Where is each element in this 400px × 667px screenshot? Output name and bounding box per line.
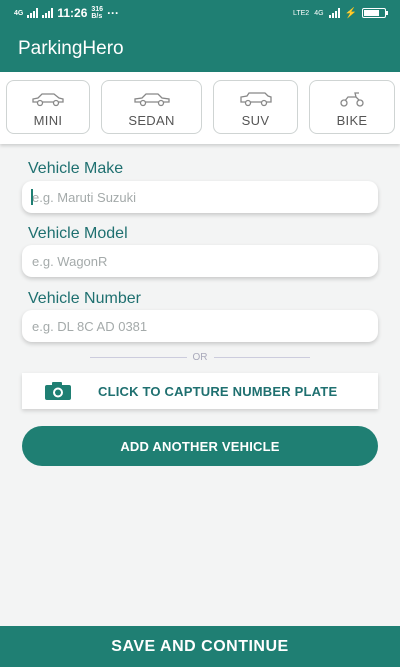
vehicle-model-label: Vehicle Model xyxy=(28,225,128,242)
app-title: ParkingHero xyxy=(18,38,124,59)
charging-icon: ⚡ xyxy=(344,7,357,19)
capture-label: CLICK TO CAPTURE NUMBER PLATE xyxy=(98,383,338,399)
clock: 11:26 xyxy=(57,6,88,20)
vehicle-type-bike[interactable]: BIKE xyxy=(309,80,395,134)
app-bar: ParkingHero xyxy=(0,26,400,72)
vehicle-type-selector: MINI SEDAN SUV BIKE xyxy=(0,72,400,144)
vehicle-type-mini[interactable]: MINI xyxy=(6,80,90,134)
more-notifications-icon: ··· xyxy=(107,6,120,20)
vehicle-number-input[interactable] xyxy=(22,310,378,342)
vehicle-type-label: SEDAN xyxy=(128,113,175,128)
vehicle-number-label: Vehicle Number xyxy=(28,290,141,307)
vehicle-type-label: BIKE xyxy=(336,113,368,128)
vehicle-type-sedan[interactable]: SEDAN xyxy=(101,80,202,134)
text-cursor xyxy=(31,189,33,205)
save-and-continue-button[interactable]: SAVE AND CONTINUE xyxy=(0,626,400,667)
vehicle-make-input[interactable] xyxy=(22,181,378,213)
lte-indicator: LTE2 xyxy=(292,9,310,17)
sedan-car-icon xyxy=(133,93,170,107)
camera-icon xyxy=(45,382,71,400)
signal-icon-3 xyxy=(328,8,340,18)
or-text: OR xyxy=(192,352,208,363)
or-divider: OR xyxy=(90,352,310,363)
battery-icon xyxy=(362,8,388,18)
network-indicator-right: 4G xyxy=(314,9,324,17)
vehicle-type-label: SUV xyxy=(241,113,270,128)
hatchback-car-icon xyxy=(32,93,64,107)
signal-icon-2 xyxy=(42,8,54,18)
add-another-vehicle-button[interactable]: ADD ANOTHER VEHICLE xyxy=(22,426,378,466)
suv-car-icon xyxy=(239,92,272,107)
vehicle-type-label: MINI xyxy=(33,113,63,128)
vehicle-model-input[interactable] xyxy=(22,245,378,277)
network-indicator: 4G xyxy=(14,9,24,17)
capture-number-plate-button[interactable]: CLICK TO CAPTURE NUMBER PLATE xyxy=(22,373,378,409)
signal-icon xyxy=(27,8,39,18)
vehicle-type-suv[interactable]: SUV xyxy=(213,80,298,134)
scooter-bike-icon xyxy=(340,92,364,107)
status-bar: 4G 11:26 316 B/s ··· LTE2 4G ⚡ xyxy=(0,0,400,26)
data-speed: 316 B/s xyxy=(91,6,104,20)
vehicle-make-label: Vehicle Make xyxy=(28,160,124,177)
